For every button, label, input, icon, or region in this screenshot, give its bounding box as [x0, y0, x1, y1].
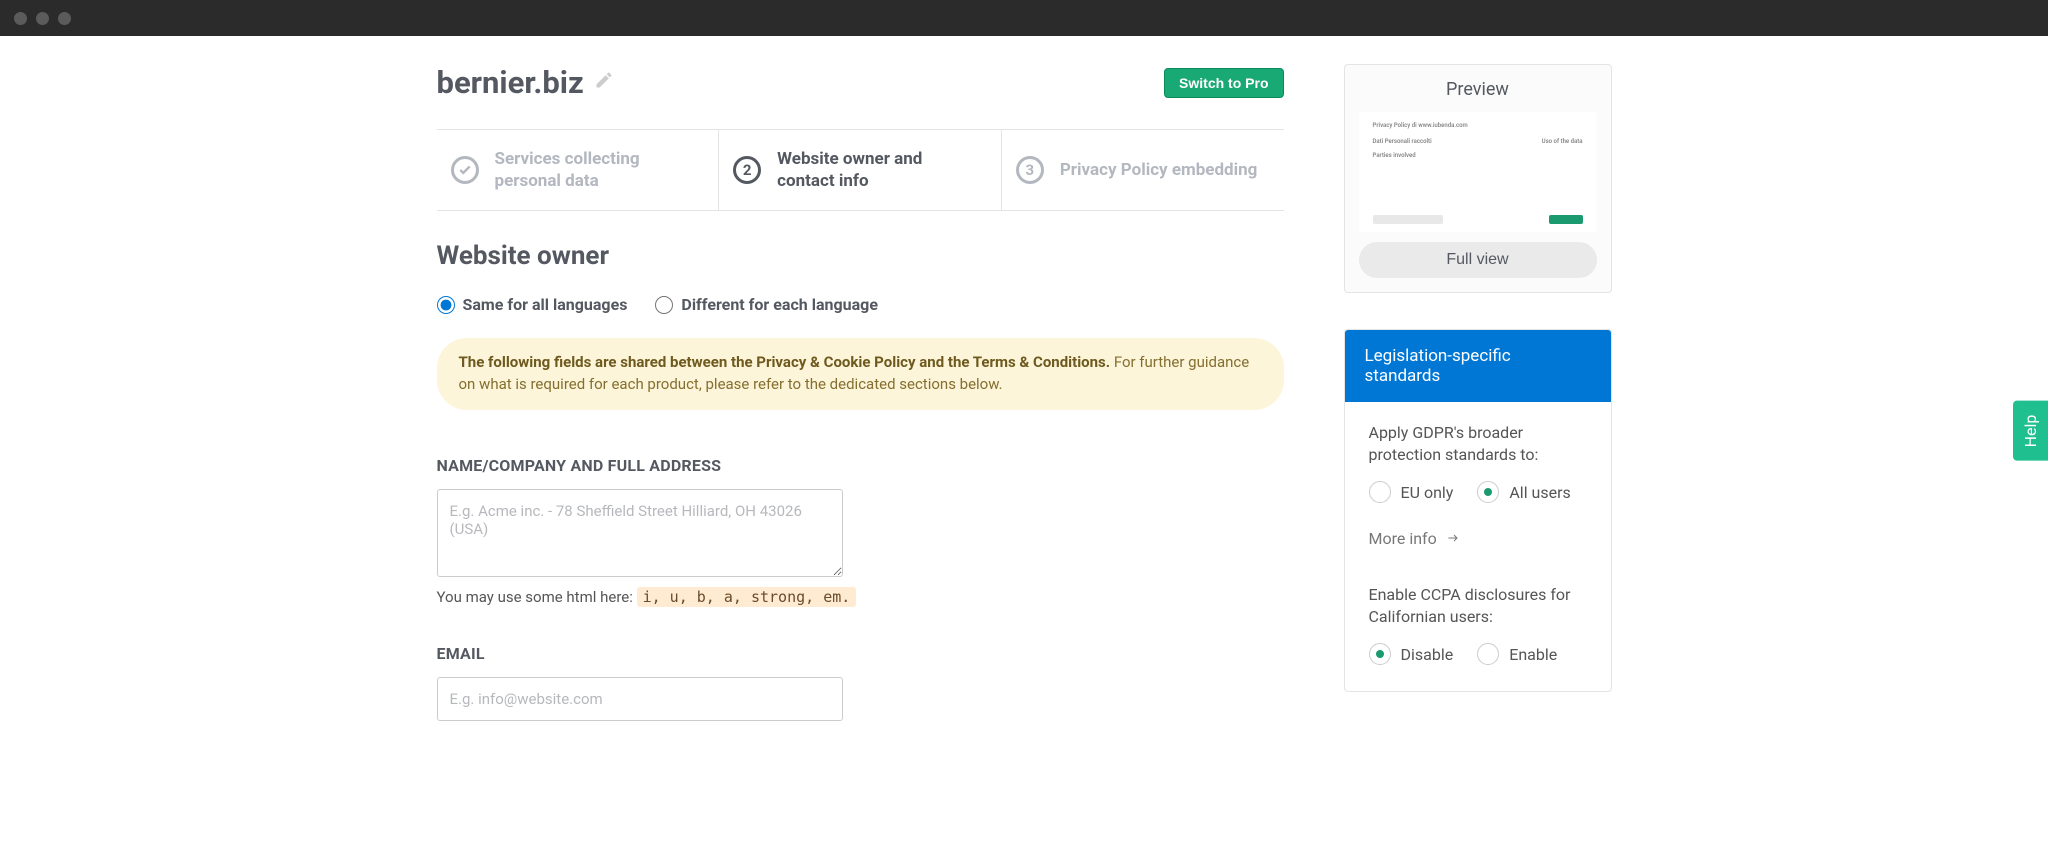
window-max-dot[interactable] — [58, 12, 71, 25]
preview-text: Dati Personali raccolti — [1373, 138, 1432, 146]
help-label: Help — [2021, 414, 2040, 447]
legislation-header: Legislation-specific standards — [1345, 330, 1611, 402]
step-number: 3 — [1016, 156, 1044, 184]
radio-input-different[interactable] — [655, 296, 673, 314]
hint-prefix: You may use some html here: — [437, 588, 637, 606]
edit-icon[interactable] — [594, 70, 614, 95]
preview-doc-title: Privacy Policy di www.iubenda.com — [1373, 122, 1583, 130]
step-label: Services collecting personal data — [495, 148, 695, 192]
email-label: EMAIL — [437, 644, 1284, 663]
more-info-text: More info — [1369, 529, 1437, 548]
radio-input-same[interactable] — [437, 296, 455, 314]
option-label: Disable — [1401, 645, 1454, 664]
info-banner-bold: The following fields are shared between … — [459, 353, 1111, 371]
ccpa-label: Enable CCPA disclosures for Californian … — [1369, 584, 1587, 627]
check-icon — [451, 156, 479, 184]
preview-thumbnail[interactable]: Privacy Policy di www.iubenda.com Dati P… — [1359, 112, 1597, 232]
step-owner[interactable]: 2 Website owner and contact info — [719, 130, 1002, 210]
ccpa-radio-group: Disable Enable — [1369, 643, 1587, 665]
page-title: bernier.biz — [437, 64, 584, 101]
help-tab[interactable]: Help — [2013, 400, 2048, 461]
preview-title: Preview — [1359, 79, 1597, 100]
ccpa-enable-option[interactable]: Enable — [1477, 643, 1557, 665]
step-embedding[interactable]: 3 Privacy Policy embedding — [1002, 130, 1284, 210]
name-company-label: NAME/COMPANY AND FULL ADDRESS — [437, 456, 1284, 475]
full-view-button[interactable]: Full view — [1359, 242, 1597, 278]
more-info-link[interactable]: More info — [1369, 529, 1587, 548]
window-titlebar — [0, 0, 2048, 36]
section-title: Website owner — [437, 241, 1284, 271]
info-banner: The following fields are shared between … — [437, 338, 1284, 410]
radio-label: Same for all languages — [463, 295, 628, 314]
radio-label: Different for each language — [681, 295, 878, 314]
legislation-card: Legislation-specific standards Apply GDP… — [1344, 329, 1612, 692]
radio-circle-icon — [1369, 481, 1391, 503]
name-company-textarea[interactable] — [437, 489, 843, 577]
window-min-dot[interactable] — [36, 12, 49, 25]
hint-tags: i, u, b, a, strong, em. — [637, 587, 857, 607]
gdpr-eu-only-option[interactable]: EU only — [1369, 481, 1454, 503]
step-label: Privacy Policy embedding — [1060, 159, 1258, 181]
page-header: bernier.biz Switch to Pro — [437, 64, 1284, 101]
email-input[interactable] — [437, 677, 843, 721]
gdpr-label: Apply GDPR's broader protection standard… — [1369, 422, 1587, 465]
step-label: Website owner and contact info — [777, 148, 977, 192]
radio-same-languages[interactable]: Same for all languages — [437, 295, 628, 314]
preview-card: Preview Privacy Policy di www.iubenda.co… — [1344, 64, 1612, 293]
ccpa-disable-option[interactable]: Disable — [1369, 643, 1454, 665]
option-label: EU only — [1401, 483, 1454, 502]
language-radio-group: Same for all languages Different for eac… — [437, 295, 1284, 314]
preview-cta-badge — [1549, 215, 1583, 224]
step-services[interactable]: Services collecting personal data — [437, 130, 720, 210]
radio-different-languages[interactable]: Different for each language — [655, 295, 878, 314]
viewport: bernier.biz Switch to Pro Services colle… — [0, 36, 2048, 721]
preview-footer-badge — [1373, 215, 1443, 224]
preview-text: Parties involved — [1373, 152, 1583, 160]
window-close-dot[interactable] — [14, 12, 27, 25]
switch-to-pro-button[interactable]: Switch to Pro — [1164, 68, 1283, 98]
radio-circle-selected-icon — [1477, 481, 1499, 503]
arrow-right-icon — [1445, 529, 1461, 548]
radio-circle-icon — [1477, 643, 1499, 665]
radio-circle-selected-icon — [1369, 643, 1391, 665]
option-label: All users — [1509, 483, 1570, 502]
html-hint: You may use some html here: i, u, b, a, … — [437, 588, 1284, 606]
preview-text: Uso of the data — [1542, 138, 1583, 146]
gdpr-radio-group: EU only All users — [1369, 481, 1587, 503]
option-label: Enable — [1509, 645, 1557, 664]
gdpr-all-users-option[interactable]: All users — [1477, 481, 1570, 503]
step-number: 2 — [733, 156, 761, 184]
wizard-steps: Services collecting personal data 2 Webs… — [437, 129, 1284, 211]
